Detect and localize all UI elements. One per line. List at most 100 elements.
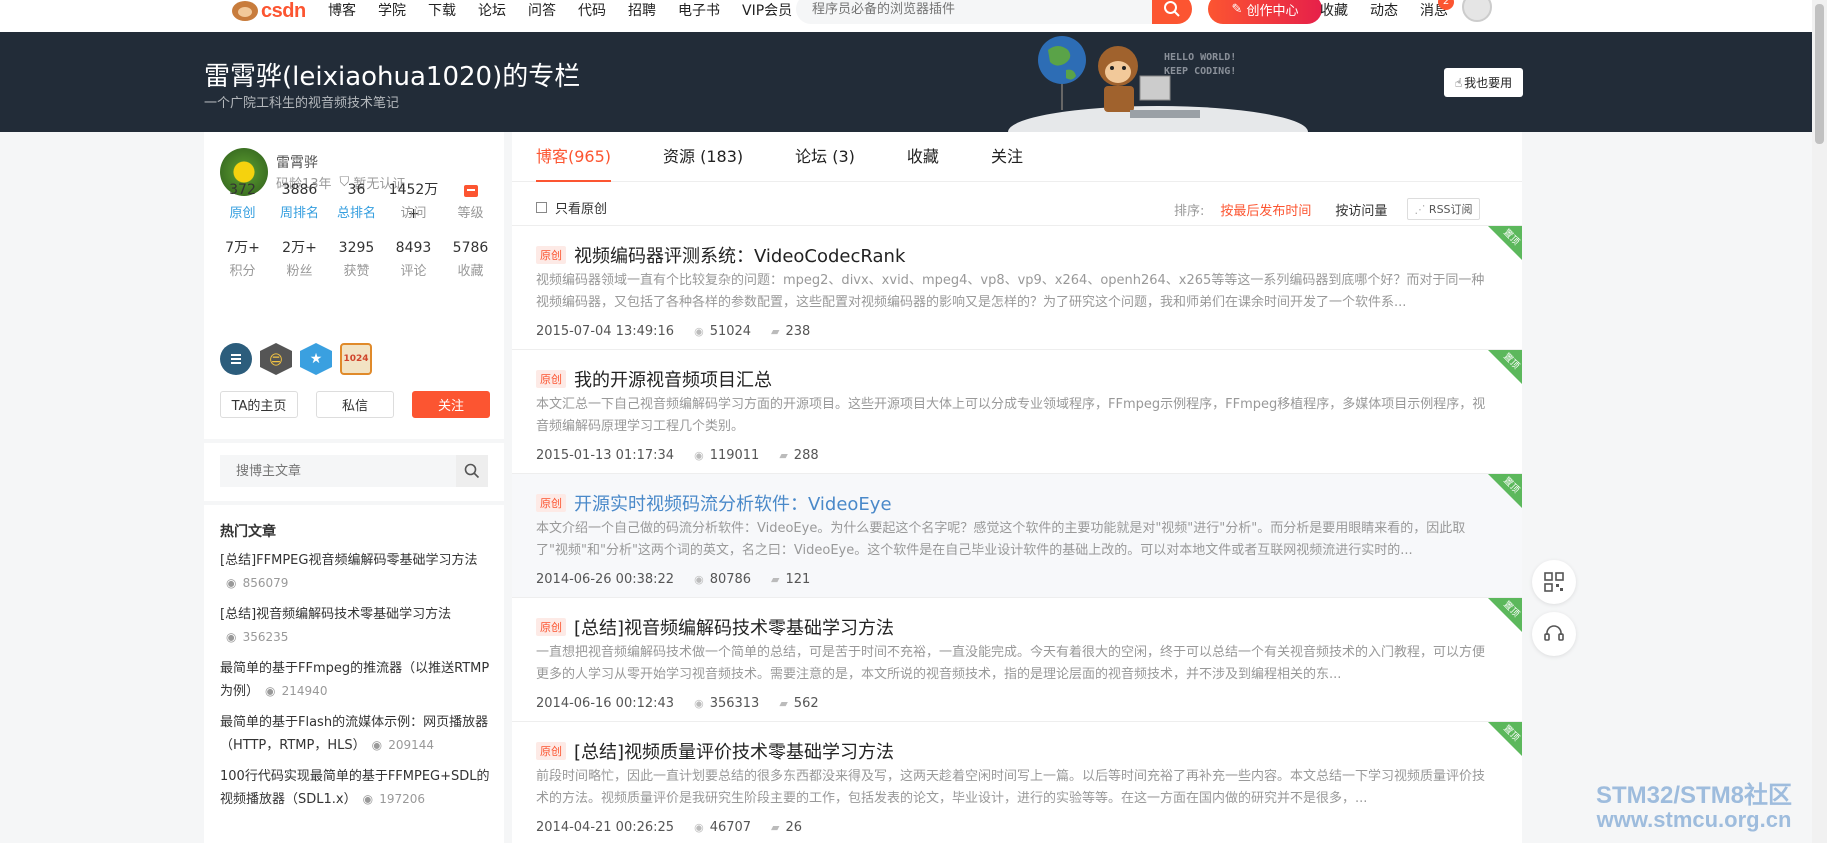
- nav-item-jobs[interactable]: 招聘: [628, 0, 656, 20]
- article-title-text[interactable]: 视频编码器评测系统：VideoCodecRank: [574, 242, 905, 268]
- nav-item-download[interactable]: 下载: [428, 0, 456, 20]
- only-original-filter[interactable]: 只看原创: [536, 198, 607, 217]
- tab-blog[interactable]: 博客(965): [536, 132, 612, 182]
- hot-article-title[interactable]: [总结]视音频编解码技术零基础学习方法: [220, 607, 451, 622]
- nav-item-vip[interactable]: VIP会员: [742, 0, 792, 20]
- star-badge-icon[interactable]: ★: [300, 343, 332, 375]
- customer-service-button[interactable]: [1532, 612, 1576, 656]
- article-list-panel: 博客(965) 资源 (183) 论坛 (3) 收藏 关注 只看原创 排序: 按…: [512, 132, 1522, 843]
- homepage-button[interactable]: TA的主页: [220, 391, 298, 418]
- stat-fans[interactable]: 2万+ 粉丝: [271, 236, 328, 284]
- qr-code-button[interactable]: [1532, 560, 1576, 604]
- hot-article-title[interactable]: 最简单的基于FFmpeg的推流器（以推送RTMP为例）: [220, 661, 489, 699]
- sort-by-views[interactable]: 按访问量: [1335, 200, 1387, 219]
- follow-button[interactable]: 关注: [412, 391, 490, 418]
- hot-articles-list: [总结]FFMPEG视音频编解码零基础学习方法 ◉ 856079 [总结]视音频编…: [220, 549, 490, 819]
- article-item[interactable]: 原创 开源实时视频码流分析软件：VideoEye 本文介绍一个自己做的码流分析软件…: [512, 474, 1522, 598]
- article-item[interactable]: 原创 [总结]视音频编解码技术零基础学习方法 一直想把视音频编解码技术做一个简单的…: [512, 598, 1522, 722]
- eye-icon: ◉: [694, 325, 704, 338]
- list-badge-icon[interactable]: [220, 343, 252, 375]
- stat-likes: 3295 获赞: [328, 236, 385, 284]
- nav-item-blog[interactable]: 博客: [328, 0, 356, 20]
- sort-by-latest[interactable]: 按最后发布时间: [1220, 200, 1311, 219]
- nav-item-college[interactable]: 学院: [378, 0, 406, 20]
- stat-value: 5786: [452, 240, 489, 256]
- rss-subscribe-button[interactable]: ⋰ RSS订阅: [1407, 198, 1480, 220]
- nav-item-qa[interactable]: 问答: [528, 0, 556, 20]
- create-center-button[interactable]: ✎ 创作中心: [1208, 0, 1322, 24]
- stat-weekly-rank[interactable]: 3886 周排名: [271, 178, 328, 226]
- article-item[interactable]: 原创 视频编码器评测系统：VideoCodecRank 视频编码器领域一直有个比较…: [512, 226, 1522, 350]
- page-scrollbar[interactable]: [1812, 0, 1827, 843]
- level-icon: [442, 178, 499, 202]
- article-meta: 2014-04-21 00:26:25 ◉ 46707 ▰ 26: [536, 820, 802, 835]
- article-title[interactable]: 原创 [总结]视音频编解码技术零基础学习方法: [536, 614, 894, 640]
- site-watermark: STM32/STM8社区 www.stmcu.org.cn: [1596, 784, 1792, 832]
- article-meta: 2014-06-26 00:38:22 ◉ 80786 ▰ 121: [536, 572, 810, 587]
- original-tag: 原创: [536, 618, 566, 636]
- nav-item-ebook[interactable]: 电子书: [678, 0, 720, 20]
- hot-article-item[interactable]: 最简单的基于FFmpeg的推流器（以推送RTMP为例） ◉ 214940: [220, 657, 490, 703]
- article-title-text[interactable]: [总结]视频质量评价技术零基础学习方法: [574, 738, 894, 764]
- global-search-button[interactable]: [1152, 0, 1192, 24]
- tab-favorites[interactable]: 收藏: [907, 132, 939, 182]
- stat-total-rank[interactable]: 36 总排名: [328, 178, 385, 226]
- article-item[interactable]: 原创 [总结]视频质量评价技术零基础学习方法 前段时间略忙，因此一直计划要总结的很…: [512, 722, 1522, 843]
- hot-article-title[interactable]: 最简单的基于Flash的流媒体示例：网页播放器（HTTP，RTMP，HLS）: [220, 715, 488, 753]
- tab-following[interactable]: 关注: [991, 132, 1023, 182]
- article-summary: 一直想把视音频编解码技术做一个简单的总结，可是苦于时间不充裕，一直没能完成。今天…: [536, 645, 1486, 682]
- article-title[interactable]: 原创 [总结]视频质量评价技术零基础学习方法: [536, 738, 894, 764]
- article-summary: 本文介绍一个自己做的码流分析软件：VideoEye。为什么要起这个名字呢？感觉这…: [536, 521, 1466, 558]
- stat-label: 收藏: [457, 264, 484, 279]
- blog-search-button[interactable]: [456, 455, 488, 487]
- csdn-logo[interactable]: csdn: [232, 0, 306, 22]
- original-tag: 原创: [536, 246, 566, 264]
- tab-resources[interactable]: 资源 (183): [663, 132, 743, 182]
- monkey-logo-icon: [232, 1, 258, 21]
- favorites-link[interactable]: 收藏: [1320, 0, 1348, 20]
- scrollbar-thumb[interactable]: [1815, 4, 1824, 144]
- search-icon: [464, 463, 480, 479]
- only-original-checkbox[interactable]: [536, 202, 547, 213]
- global-search-input[interactable]: [796, 0, 1136, 24]
- stat-level[interactable]: 等级: [442, 178, 499, 226]
- nav-item-code[interactable]: 代码: [578, 0, 606, 20]
- hexagon-badge-icon[interactable]: ㊁: [260, 343, 292, 375]
- hot-articles-title: 热门文章: [220, 524, 276, 540]
- eye-icon: ◉: [694, 697, 704, 710]
- comment-icon: ▰: [779, 449, 788, 462]
- article-item[interactable]: 原创 我的开源视音频项目汇总 本文汇总一下自己视音频编解码学习方面的开源项目。这些…: [512, 350, 1522, 474]
- author-name[interactable]: 雷霄骅: [276, 152, 318, 172]
- article-date: 2014-06-16 00:12:43: [536, 696, 675, 711]
- article-date: 2014-06-26 00:38:22: [536, 572, 675, 587]
- profile-buttons: TA的主页 私信 关注: [220, 391, 490, 418]
- article-title-text[interactable]: [总结]视音频编解码技术零基础学习方法: [574, 614, 894, 640]
- watermark-line2: www.stmcu.org.cn: [1596, 807, 1792, 832]
- activity-link[interactable]: 动态: [1370, 0, 1398, 20]
- stat-original[interactable]: 372 原创: [214, 178, 271, 226]
- hot-article-item[interactable]: [总结]视音频编解码技术零基础学习方法 ◉ 356235: [220, 603, 490, 649]
- article-title[interactable]: 原创 我的开源视音频项目汇总: [536, 366, 772, 392]
- article-title-text[interactable]: 我的开源视音频项目汇总: [574, 366, 772, 392]
- original-tag: 原创: [536, 742, 566, 760]
- qr-code-icon: [1544, 572, 1564, 592]
- hot-article-item[interactable]: 100行代码实现最简单的基于FFMPEG+SDL的视频播放器（SDL1.x） ◉ …: [220, 765, 490, 811]
- article-views: 46707: [709, 820, 752, 835]
- article-title-text[interactable]: 开源实时视频码流分析软件：VideoEye: [574, 490, 892, 516]
- stat-comments: 8493 评论: [385, 236, 442, 284]
- private-message-button[interactable]: 私信: [316, 391, 394, 418]
- nav-item-forum[interactable]: 论坛: [478, 0, 506, 20]
- hot-article-title[interactable]: [总结]FFMPEG视音频编解码零基础学习方法: [220, 553, 477, 568]
- eye-icon: ◉: [226, 630, 237, 644]
- use-too-button[interactable]: ☝ 我也要用: [1444, 68, 1523, 97]
- article-title[interactable]: 原创 视频编码器评测系统：VideoCodecRank: [536, 242, 905, 268]
- hot-article-item[interactable]: 最简单的基于Flash的流媒体示例：网页播放器（HTTP，RTMP，HLS） ◉ …: [220, 711, 490, 757]
- 1024-badge-icon[interactable]: 1024: [340, 343, 372, 375]
- blog-search-input[interactable]: [220, 455, 456, 487]
- hot-article-title[interactable]: 100行代码实现最简单的基于FFMPEG+SDL的视频播放器（SDL1.x）: [220, 769, 490, 807]
- hot-article-item[interactable]: [总结]FFMPEG视音频编解码零基础学习方法 ◉ 856079: [220, 549, 490, 595]
- logo-text: csdn: [261, 0, 306, 22]
- hot-article-views: 856079: [242, 576, 289, 590]
- tab-forum[interactable]: 论坛 (3): [795, 132, 855, 182]
- article-title[interactable]: 原创 开源实时视频码流分析软件：VideoEye: [536, 490, 892, 516]
